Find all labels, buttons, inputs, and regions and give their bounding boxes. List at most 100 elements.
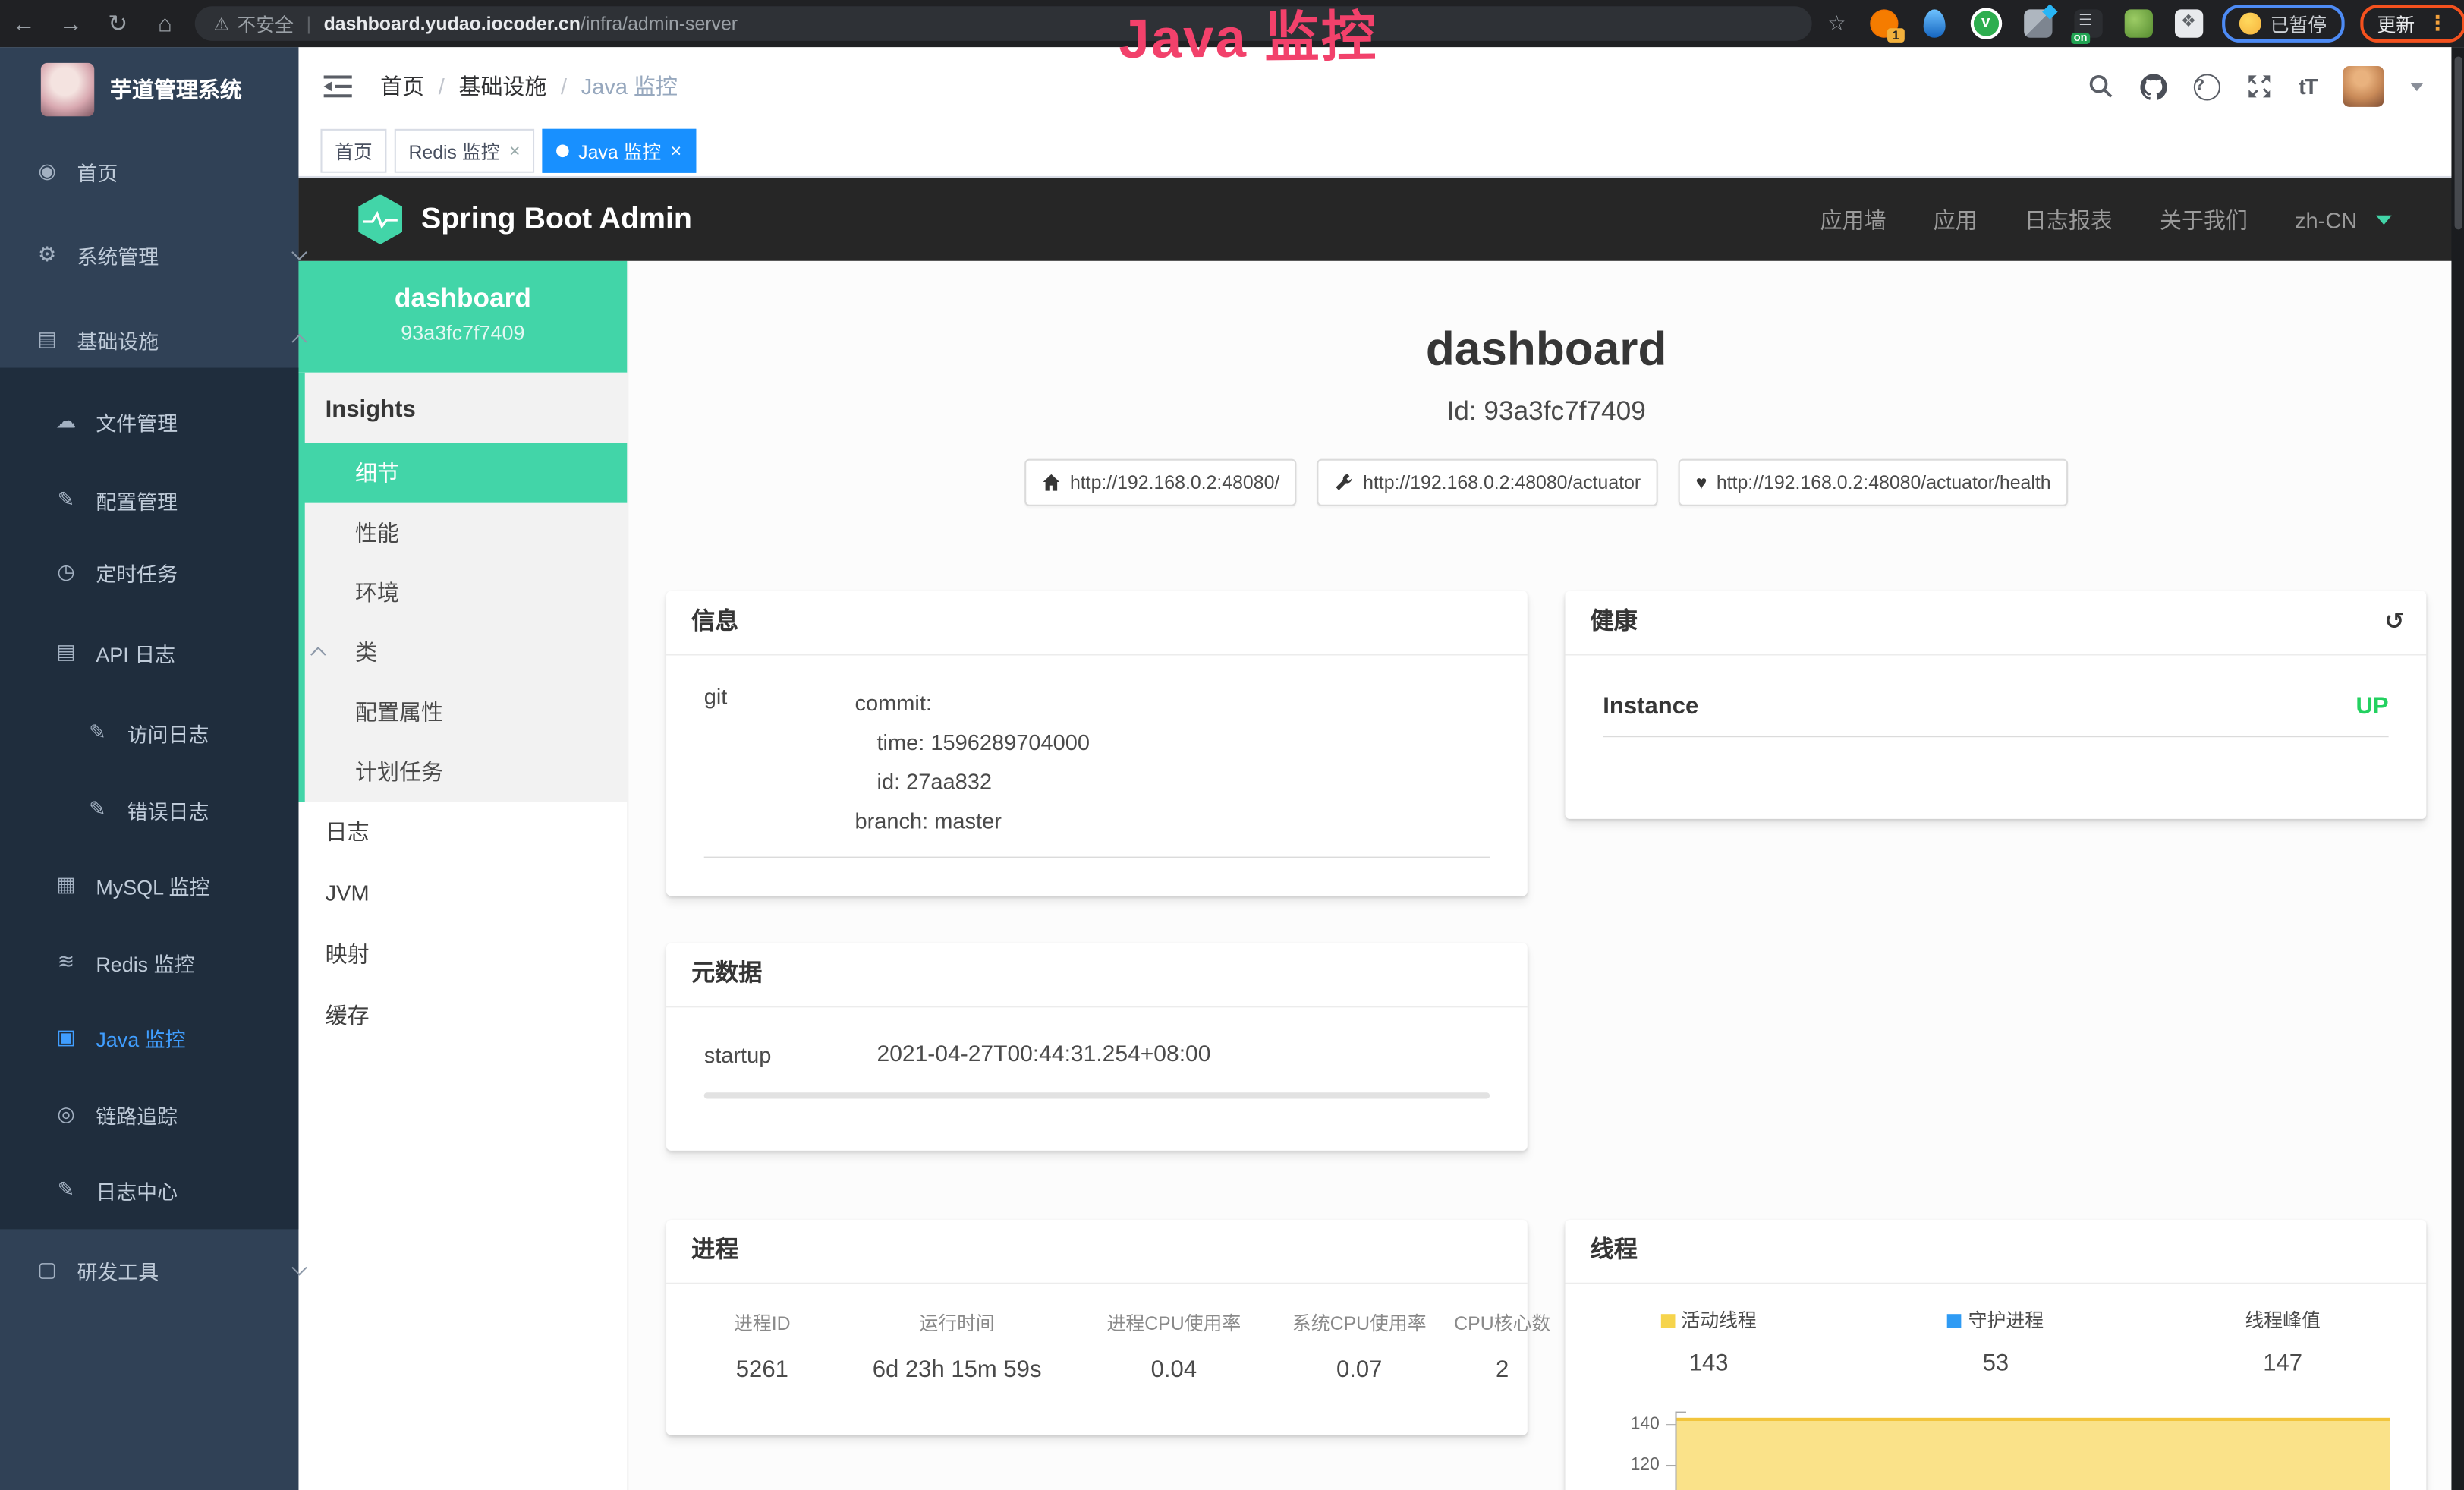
hamburger-icon[interactable] xyxy=(324,75,352,97)
font-size-icon[interactable]: tT xyxy=(2299,74,2316,99)
horizontal-scrollbar[interactable] xyxy=(704,1092,1490,1098)
chevron-down-icon xyxy=(291,1260,307,1275)
sba-logo-icon xyxy=(358,194,402,244)
close-icon[interactable]: × xyxy=(509,141,521,160)
sidebar-item-file-mgmt[interactable]: ☁ 文件管理 xyxy=(0,390,352,453)
extensions-puzzle-icon[interactable]: ❖ xyxy=(2174,9,2202,37)
history-icon[interactable]: ↺ xyxy=(2384,591,2404,654)
url-bar[interactable]: ⚠ 不安全 | dashboard.yudao.iocoder.cn/infra… xyxy=(195,6,1812,41)
status-badge: UP xyxy=(2355,693,2388,720)
profile-paused-badge[interactable]: 已暂停 xyxy=(2221,5,2344,43)
sidebar-item-api-logs[interactable]: ▤ API 日志 xyxy=(0,621,352,684)
sidebar-item-access-logs[interactable]: ✎ 访问日志 xyxy=(0,701,383,764)
app-logo[interactable]: 芋道管理系统 xyxy=(0,47,298,132)
reload-icon[interactable]: ↻ xyxy=(94,9,141,37)
legend-live-threads: 活动线程 143 xyxy=(1566,1306,1852,1377)
annotation-java-monitor: Java 监控 xyxy=(1119,0,1378,75)
sidebar-item-redis-monitor[interactable]: ≋ Redis 监控 xyxy=(0,931,352,994)
extension-icon-switch[interactable]: on xyxy=(2074,9,2102,37)
health-url-chip[interactable]: ♥ http://192.168.0.2:48080/actuator/heal… xyxy=(1679,459,2068,506)
info-card-title: 信息 xyxy=(666,591,1528,656)
tab-redis-monitor[interactable]: Redis 监控 × xyxy=(395,129,534,173)
briefcase-icon: ▢ xyxy=(35,1258,60,1283)
sba-instance-header[interactable]: dashboard 93a3fc7f7409 xyxy=(298,261,627,373)
sidebar-item-java-monitor[interactable]: ▣ Java 监控 xyxy=(0,1006,352,1069)
actuator-url-chip[interactable]: http://192.168.0.2:48080/actuator xyxy=(1317,459,1658,506)
help-icon[interactable]: ? xyxy=(2193,73,2220,99)
sba-main: dashboard Id: 93a3fc7f7409 http://192.16… xyxy=(628,261,2464,1490)
bookmark-star-icon[interactable]: ☆ xyxy=(1827,11,1846,36)
y-tick xyxy=(1666,1465,1675,1466)
sba-title[interactable]: Spring Boot Admin xyxy=(421,202,692,237)
window-scrollbar[interactable] xyxy=(2451,47,2464,1490)
process-card: 进程 进程ID 运行时间 进程CPU使用率 系统CPU使用率 CPU核心数 52… xyxy=(666,1220,1528,1435)
sba-nav-insights[interactable]: Insights xyxy=(305,373,628,443)
back-icon[interactable]: ← xyxy=(0,10,47,36)
user-menu-caret-icon[interactable] xyxy=(2411,83,2424,90)
divider xyxy=(1603,736,2388,737)
extension-icon-orange[interactable]: 1 xyxy=(1870,9,1898,37)
sba-language-select[interactable]: zh-CN xyxy=(2295,206,2357,232)
threads-legend: 活动线程 143 守护进程 53 线程峰值 147 xyxy=(1566,1284,2427,1377)
breadcrumb-infrastructure[interactable]: 基础设施 xyxy=(458,71,546,102)
table-icon: ▦ xyxy=(53,872,78,897)
health-card: 健康 ↺ Instance UP xyxy=(1566,591,2427,819)
tags-bar: 首页 Redis 监控 × Java 监控 × xyxy=(298,126,2464,178)
search-icon[interactable] xyxy=(2088,74,2113,99)
log-edit-icon: ✎ xyxy=(85,797,110,822)
endpoint-links: http://192.168.0.2:48080/ http://192.168… xyxy=(628,459,2464,506)
gear-icon: ⚙ xyxy=(35,242,60,267)
logo-image xyxy=(41,63,94,116)
tab-java-monitor[interactable]: Java 监控 × xyxy=(543,129,696,173)
sba-nav-applications[interactable]: 应用 xyxy=(1934,203,1978,235)
log-edit-icon: ✎ xyxy=(85,720,110,745)
sidebar-item-dev-tools[interactable]: ▢ 研发工具 xyxy=(0,1239,333,1302)
service-url-chip[interactable]: http://192.168.0.2:48080/ xyxy=(1024,459,1297,506)
uptime-value: 6d 23h 15m 59s xyxy=(833,1356,1081,1383)
kebab-menu-icon[interactable]: ⋮ xyxy=(2428,11,2448,36)
threads-chart: 140 120 100 xyxy=(1566,1399,2427,1490)
sidebar-item-tracing[interactable]: ◎ 链路追踪 xyxy=(0,1083,352,1146)
github-icon[interactable] xyxy=(2140,73,2167,99)
user-avatar[interactable] xyxy=(2343,66,2384,107)
sidebar-item-config-mgmt[interactable]: ✎ 配置管理 xyxy=(0,468,352,531)
log-edit-icon: ✎ xyxy=(53,1177,78,1202)
sba-nav-about[interactable]: 关于我们 xyxy=(2160,203,2248,235)
wrench-icon xyxy=(1335,473,1354,492)
sidebar-item-system-mgmt[interactable]: ⚙ 系统管理 xyxy=(0,223,333,286)
sba-nav-wallboard[interactable]: 应用墙 xyxy=(1820,203,1887,235)
instance-id: Id: 93a3fc7f7409 xyxy=(628,396,2464,427)
sidebar-item-infrastructure[interactable]: ▤ 基础设施 xyxy=(0,308,333,371)
breadcrumb-home[interactable]: 首页 xyxy=(380,71,424,102)
sidebar-item-error-logs[interactable]: ✎ 错误日志 xyxy=(0,778,383,841)
eye-icon: ◎ xyxy=(53,1102,78,1127)
forward-icon[interactable]: → xyxy=(47,10,94,36)
extension-icon-grid[interactable] xyxy=(2023,9,2051,37)
app-header: 首页 / 基础设施 / Java 监控 ? tT xyxy=(298,47,2464,126)
health-row-instance[interactable]: Instance UP xyxy=(1566,656,2427,720)
breadcrumb: 首页 / 基础设施 / Java 监控 xyxy=(380,71,678,102)
update-label: 更新 xyxy=(2377,10,2415,36)
sba-nav-journal[interactable]: 日志报表 xyxy=(2025,203,2113,235)
sidebar-item-mysql-monitor[interactable]: ▦ MySQL 监控 xyxy=(0,853,352,916)
breadcrumb-java-monitor: Java 监控 xyxy=(581,71,678,102)
chrome-update-button[interactable]: 更新 ⋮ xyxy=(2360,5,2464,43)
security-label[interactable]: 不安全 xyxy=(237,10,294,36)
extension-icon-key[interactable] xyxy=(2124,9,2152,37)
sidebar-item-log-center[interactable]: ✎ 日志中心 xyxy=(0,1158,352,1221)
instance-title: dashboard xyxy=(628,324,2464,377)
profile-avatar-emoji xyxy=(2239,13,2261,35)
chevron-down-icon xyxy=(291,244,307,260)
close-icon[interactable]: × xyxy=(671,141,682,160)
sba-nav-metrics[interactable]: 性能 xyxy=(305,503,628,563)
fullscreen-icon[interactable] xyxy=(2247,74,2272,99)
extension-icon-check[interactable]: v xyxy=(1970,8,2001,39)
app-sidebar: 芋道管理系统 ◉ 首页 ⚙ 系统管理 ▤ 基础设施 ☁ 文件管理 ✎ 配置管理 … xyxy=(0,47,298,1490)
extension-icon-pin[interactable] xyxy=(1923,9,1945,37)
scrollbar-thumb[interactable] xyxy=(2455,57,2462,230)
sidebar-item-scheduled-tasks[interactable]: ◷ 定时任务 xyxy=(0,540,352,603)
sba-nav-classes[interactable]: 类 xyxy=(305,622,628,682)
home-icon[interactable]: ⌂ xyxy=(141,10,188,36)
sba-nav-environment[interactable]: 环境 xyxy=(305,562,628,622)
sidebar-item-home[interactable]: ◉ 首页 xyxy=(0,140,333,203)
